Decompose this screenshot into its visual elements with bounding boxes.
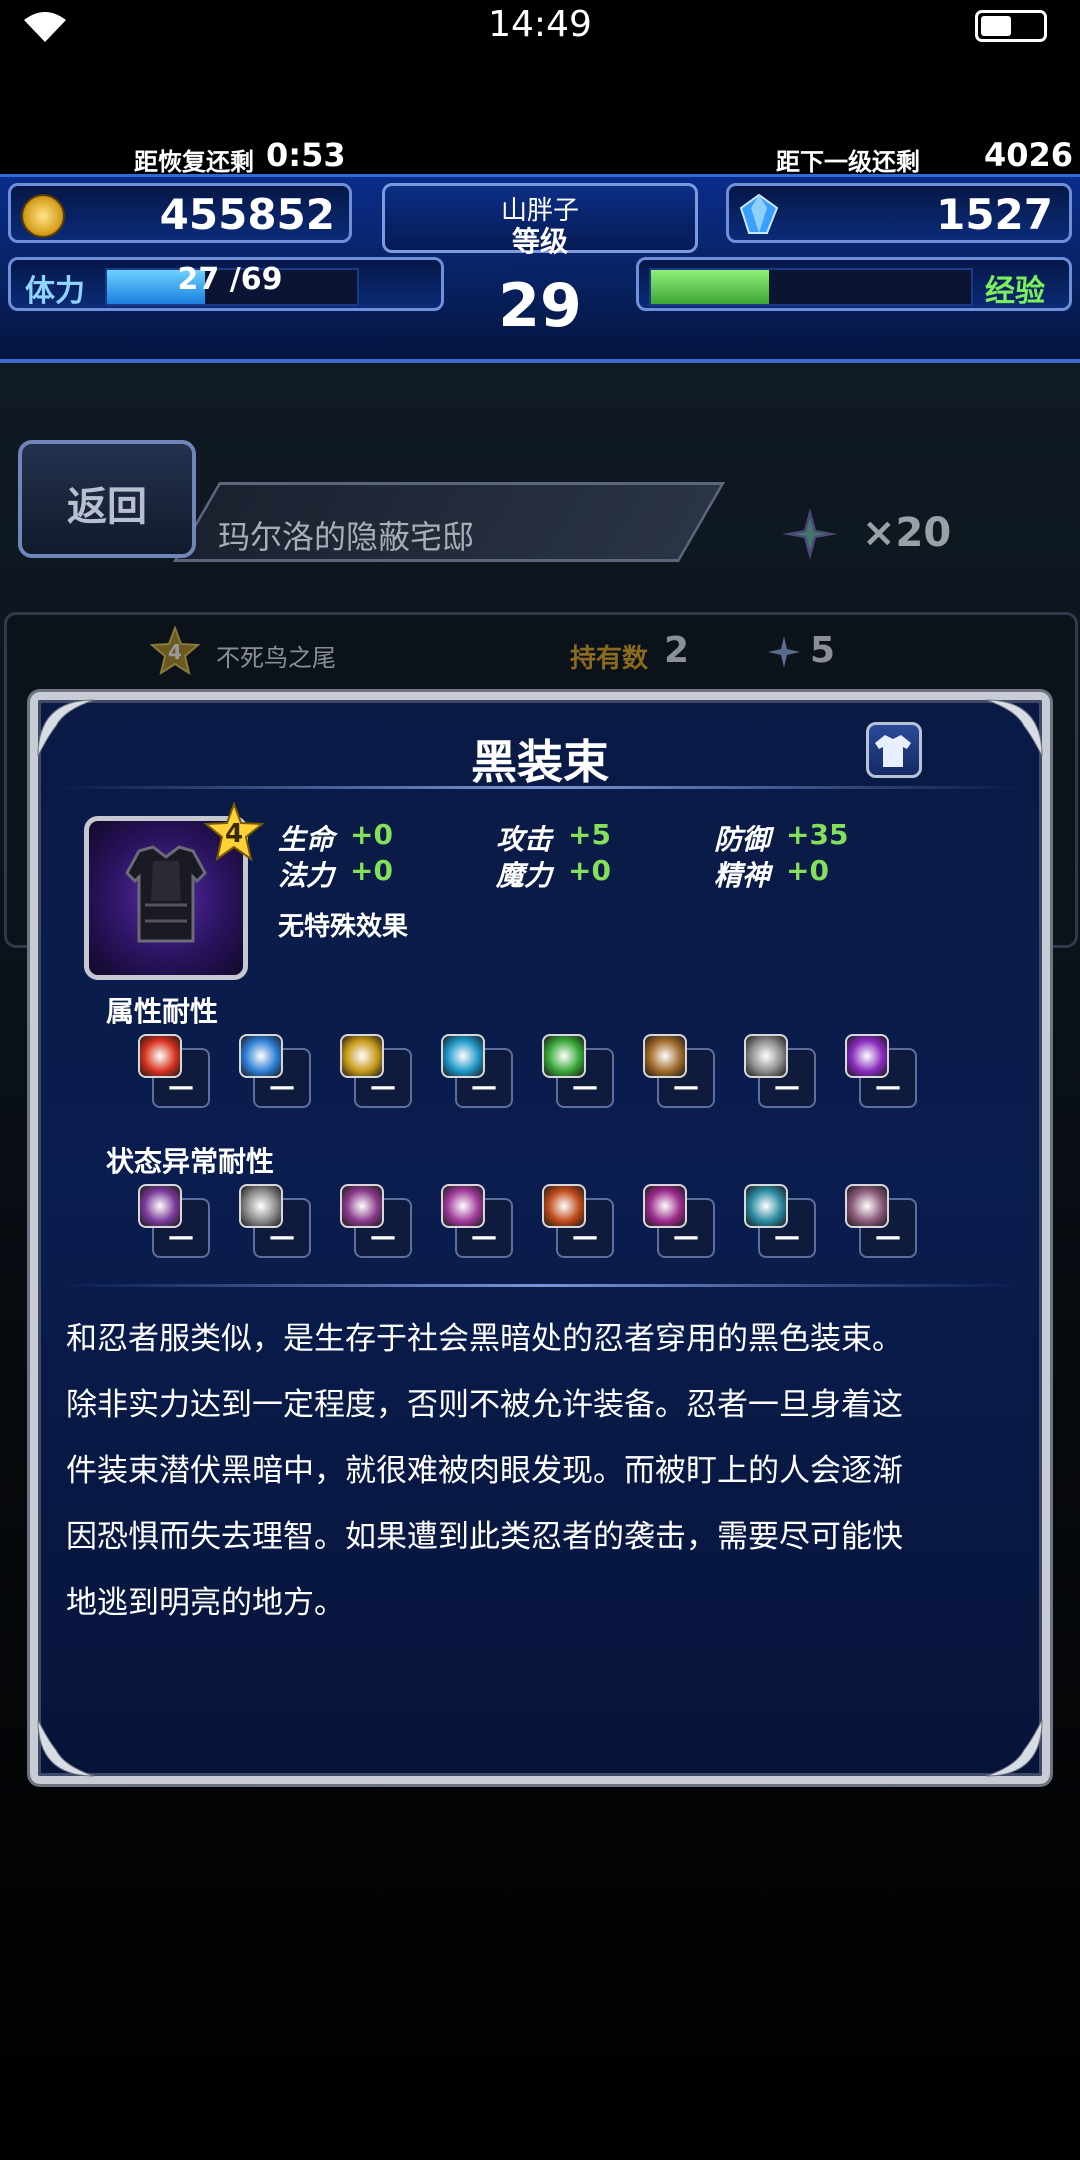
location-name: 玛尔洛的隐蔽宅邸 xyxy=(218,518,475,556)
lapis-gem-icon xyxy=(739,193,779,234)
element-resist-value: — xyxy=(875,1072,901,1102)
element-resist-value: — xyxy=(471,1072,497,1102)
owned-label: 持有数 xyxy=(570,644,649,674)
element-resist-slot[interactable]: — xyxy=(239,1034,311,1108)
element-resist-slot[interactable]: — xyxy=(744,1034,816,1108)
stat-mag-value: +0 xyxy=(568,854,611,887)
back-button[interactable]: 返回 xyxy=(18,440,196,558)
lapis-value: 1527 xyxy=(936,190,1053,239)
element-resist-value: — xyxy=(168,1072,194,1102)
player-name-plate[interactable]: 山胖子 等级 xyxy=(382,183,698,258)
description-line: 因恐惧而失去理智。如果遭到此类忍者的袭击，需要尽可能快 xyxy=(66,1519,903,1555)
stat-spr-value: +0 xyxy=(786,854,829,887)
stat-hp-value: +0 xyxy=(350,818,393,851)
gil-value: 455852 xyxy=(159,190,335,239)
status-resist-value: — xyxy=(572,1222,598,1252)
status-resist-slot[interactable]: — xyxy=(643,1184,715,1258)
rarity-star-icon: 4 xyxy=(204,802,264,862)
crystal-count: ×20 xyxy=(862,510,952,556)
status-resist-label: 状态异常耐性 xyxy=(106,1145,275,1178)
title-divider xyxy=(58,786,1022,789)
element-resist-value: — xyxy=(370,1072,396,1102)
player-header: 455852 山胖子 等级 29 1527 体力 27 /69 经验 xyxy=(0,174,1080,363)
recover-label: 距恢复还剩 xyxy=(134,148,254,176)
status-resist-value: — xyxy=(370,1222,396,1252)
status-resist-slot[interactable]: — xyxy=(138,1184,210,1258)
exp-bar-fill xyxy=(651,270,770,304)
equipment-detail-modal: 黑装束 4 生命 +0 攻击 +5 防御 +35 法力 +0 魔力 +0 精神 … xyxy=(30,692,1050,1784)
status-bar: 14:49 xyxy=(0,0,1080,56)
element-resist-slot[interactable]: — xyxy=(340,1034,412,1108)
lapis-counter[interactable]: 1527 xyxy=(726,183,1072,243)
gil-coin-icon xyxy=(21,194,65,238)
status-resist-slot[interactable]: — xyxy=(744,1184,816,1258)
status-resist-slot[interactable]: — xyxy=(542,1184,614,1258)
stamina-value: 27 /69 xyxy=(177,262,283,297)
stat-atk-value: +5 xyxy=(568,818,611,851)
exp-bar xyxy=(649,268,973,306)
element-resist-slot[interactable]: — xyxy=(643,1034,715,1108)
shirt-icon xyxy=(875,735,911,767)
stat-mp-value: +0 xyxy=(350,854,393,887)
next-level-label: 距下一级还剩 xyxy=(776,148,920,176)
back-button-label: 返回 xyxy=(67,484,147,530)
status-resist-value: — xyxy=(875,1222,901,1252)
element-resist-value: — xyxy=(572,1072,598,1102)
crystal-small-count: 5 xyxy=(810,630,836,671)
special-effect-text: 无特殊效果 xyxy=(278,912,409,942)
status-resist-value: — xyxy=(471,1222,497,1252)
item-description: 和忍者服类似，是生存于社会黑暗处的忍者穿用的黑色装束。 除非实力达到一定程度，否… xyxy=(66,1306,1026,1636)
status-resist-slot[interactable]: — xyxy=(239,1184,311,1258)
armor-type-icon[interactable] xyxy=(866,722,922,778)
rarity-star-icon: 4 xyxy=(150,626,200,676)
ornament-corner-icon xyxy=(37,1719,95,1777)
status-resist-value: — xyxy=(269,1222,295,1252)
element-resist-slot[interactable]: — xyxy=(542,1034,614,1108)
element-resist-value: — xyxy=(269,1072,295,1102)
element-resist-slot[interactable]: — xyxy=(138,1034,210,1108)
status-time: 14:49 xyxy=(488,4,592,45)
status-resist-slot[interactable]: — xyxy=(441,1184,513,1258)
element-resist-value: — xyxy=(774,1072,800,1102)
crystal-icon xyxy=(782,508,838,560)
stamina-label: 体力 xyxy=(25,274,85,309)
list-item-rarity: 4 xyxy=(168,640,182,664)
ornament-corner-icon xyxy=(985,1719,1043,1777)
stat-mp-label: 法力 xyxy=(278,859,335,892)
stat-def-label: 防御 xyxy=(714,823,771,856)
stat-hp-label: 生命 xyxy=(278,823,335,856)
stat-def-value: +35 xyxy=(786,818,849,851)
status-resist-value: — xyxy=(673,1222,699,1252)
exp-label: 经验 xyxy=(985,274,1045,309)
element-resist-slot[interactable]: — xyxy=(845,1034,917,1108)
description-line: 除非实力达到一定程度，否则不被允许装备。忍者一旦身着这 xyxy=(66,1387,903,1423)
element-resist-slot[interactable]: — xyxy=(441,1034,513,1108)
element-resist-value: — xyxy=(673,1072,699,1102)
exp-gauge: 经验 xyxy=(636,257,1072,311)
owned-value: 2 xyxy=(664,630,690,671)
item-rarity: 4 xyxy=(225,819,243,849)
list-item-name: 不死鸟之尾 xyxy=(216,644,336,672)
battery-icon xyxy=(975,10,1047,42)
recover-time: 0:53 xyxy=(266,136,346,174)
status-resist-slot[interactable]: — xyxy=(845,1184,917,1258)
element-resist-label: 属性耐性 xyxy=(106,995,219,1028)
stat-mag-label: 魔力 xyxy=(496,859,553,892)
status-resist-slot[interactable]: — xyxy=(340,1184,412,1258)
gil-counter: 455852 xyxy=(8,183,352,243)
stamina-gauge: 体力 27 /69 xyxy=(8,257,444,311)
status-resist-value: — xyxy=(774,1222,800,1252)
stat-atk-label: 攻击 xyxy=(496,823,553,856)
crystal-small-icon xyxy=(768,636,800,668)
level-value: 29 xyxy=(498,271,582,341)
next-level-value: 4026 xyxy=(984,136,1074,174)
description-line: 地逃到明亮的地方。 xyxy=(66,1585,345,1621)
stat-spr-label: 精神 xyxy=(714,859,771,892)
status-resist-value: — xyxy=(168,1222,194,1252)
description-divider xyxy=(58,1284,1022,1287)
description-line: 件装束潜伏黑暗中，就很难被肉眼发现。而被盯上的人会逐渐 xyxy=(66,1453,903,1489)
description-line: 和忍者服类似，是生存于社会黑暗处的忍者穿用的黑色装束。 xyxy=(66,1321,903,1357)
level-label: 等级 xyxy=(511,225,568,258)
